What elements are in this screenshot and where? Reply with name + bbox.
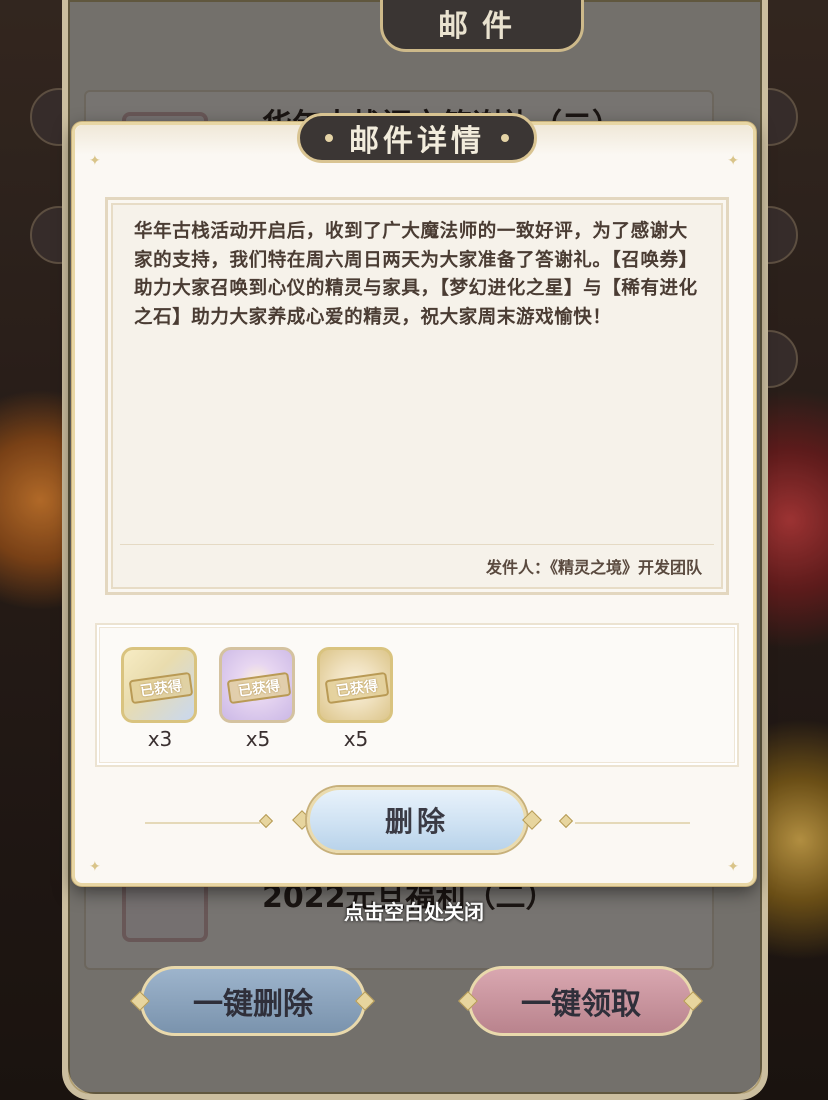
corner-ornament-icon: ✦ — [89, 859, 101, 875]
reward-quantity: x5 — [245, 727, 271, 751]
reward-item[interactable]: 已获得 x3 — [121, 647, 199, 751]
rewards-container: 已获得 x3 已获得 x5 已获得 x5 — [95, 623, 739, 767]
reward-quantity: x5 — [343, 727, 369, 751]
claim-all-button[interactable]: 一键领取 — [468, 966, 694, 1036]
corner-ornament-icon: ✦ — [727, 859, 739, 875]
corner-ornament-icon: ✦ — [89, 153, 101, 169]
close-hint: 点击空白处关闭 — [344, 900, 484, 924]
dream-evolution-star-icon: 已获得 — [219, 647, 295, 723]
corner-ornament-icon: ✦ — [727, 153, 739, 169]
mail-detail-dialog: 邮件详情 ✦ ✦ ✦ ✦ 华年古栈活动开启后，收到了广大魔法师的一致好评，为了感… — [72, 113, 756, 886]
divider — [145, 822, 260, 824]
claimed-stamp: 已获得 — [128, 671, 194, 705]
delete-all-button[interactable]: 一键删除 — [140, 966, 366, 1036]
mail-body-text: 华年古栈活动开启后，收到了广大魔法师的一致好评，为了感谢大家的支持，我们特在周六… — [134, 221, 698, 328]
claimed-stamp: 已获得 — [324, 671, 390, 705]
divider — [575, 822, 690, 824]
reward-item[interactable]: 已获得 x5 — [219, 647, 297, 751]
summon-ticket-icon: 已获得 — [121, 647, 197, 723]
divider-ornament — [258, 813, 274, 829]
delete-button[interactable]: 删除 — [307, 787, 527, 853]
title-dot-icon — [501, 134, 509, 142]
title-dot-icon — [325, 134, 333, 142]
dialog-title-plate: 邮件详情 — [297, 113, 537, 163]
rare-evolution-stone-icon: 已获得 — [317, 647, 393, 723]
reward-item[interactable]: 已获得 x5 — [317, 647, 395, 751]
claimed-stamp: 已获得 — [226, 671, 292, 705]
mail-window-title: 邮件 — [380, 0, 584, 52]
mail-content-box[interactable]: 华年古栈活动开启后，收到了广大魔法师的一致好评，为了感谢大家的支持，我们特在周六… — [105, 197, 729, 595]
divider — [120, 544, 714, 545]
mail-sender: 发件人：《精灵之境》开发团队 — [485, 558, 702, 577]
dialog-title: 邮件详情 — [349, 124, 485, 159]
divider-ornament — [558, 813, 574, 829]
reward-quantity: x3 — [147, 727, 173, 751]
